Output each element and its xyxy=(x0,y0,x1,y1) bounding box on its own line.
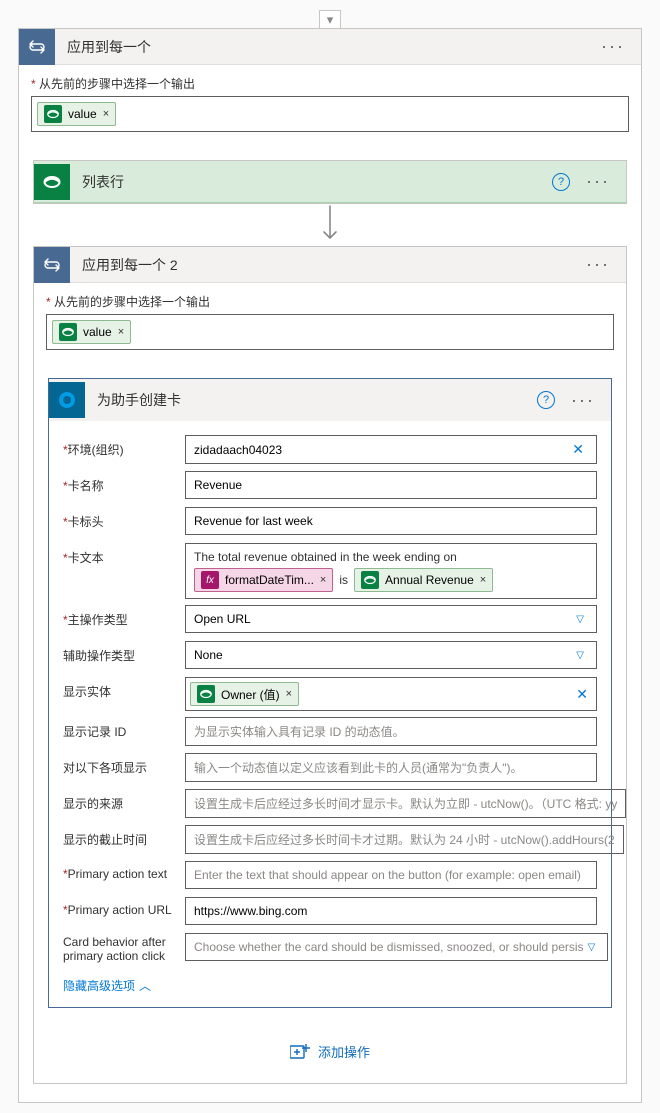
card-text-label: *卡文本 xyxy=(63,543,185,566)
chevron-up-icon: ︿ xyxy=(139,977,151,994)
remove-token-icon[interactable]: × xyxy=(103,108,109,120)
output-caption-2: * 从先前的步骤中选择一个输出 xyxy=(46,293,614,310)
chevron-down-icon[interactable]: ▽ xyxy=(584,942,600,953)
apply-to-each-title: 应用到每一个 xyxy=(67,37,597,57)
value-token-pill-2[interactable]: value × xyxy=(52,320,131,344)
primary-action-text-label: *Primary action text xyxy=(63,861,185,881)
dataverse-icon xyxy=(197,685,215,703)
show-from-input[interactable]: 设置生成卡后应经过多长时间才显示卡。默认为立即 - utcNow()。（UTC … xyxy=(185,789,626,818)
env-input[interactable]: zidadaach04023✕ xyxy=(185,435,597,464)
clear-icon[interactable]: ✕ xyxy=(568,441,588,458)
display-for-label: 对以下各项显示 xyxy=(63,753,185,776)
remove-token-icon[interactable]: × xyxy=(118,326,124,338)
primary-type-label: *主操作类型 xyxy=(63,605,185,628)
dataverse-icon xyxy=(34,164,70,200)
card-text-input[interactable]: The total revenue obtained in the week e… xyxy=(185,543,597,599)
card-name-input[interactable]: Revenue xyxy=(185,471,597,499)
apply-to-each-card: 应用到每一个 ··· * 从先前的步骤中选择一个输出 value × 列表行 xyxy=(18,28,642,1103)
card-behavior-label: Card behavior after primary action click xyxy=(63,933,185,963)
show-until-input[interactable]: 设置生成卡后应经过多长时间卡才过期。默认为 24 小时 - utcNow().a… xyxy=(185,825,624,854)
output-caption: * 从先前的步骤中选择一个输出 xyxy=(31,75,629,92)
list-rows-card: 列表行 ? ··· xyxy=(33,160,627,204)
list-rows-header[interactable]: 列表行 ? ··· xyxy=(34,161,626,203)
value-token-pill[interactable]: value × xyxy=(37,102,116,126)
secondary-type-label: 辅助操作类型 xyxy=(63,641,185,664)
display-entity-label: 显示实体 xyxy=(63,677,185,700)
create-card-header[interactable]: 为助手创建卡 ? ··· xyxy=(49,379,611,421)
show-until-label: 显示的截止时间 xyxy=(63,825,185,848)
card-header-label: *卡标头 xyxy=(63,507,185,530)
previous-output-input-2[interactable]: value × xyxy=(46,314,614,350)
add-action-icon xyxy=(290,1044,310,1060)
sales-insights-icon xyxy=(49,382,85,418)
apply-to-each-2-card: 应用到每一个 2 ··· * 从先前的步骤中选择一个输出 value × xyxy=(33,246,627,1084)
card-menu-button[interactable]: ··· xyxy=(582,171,614,192)
card-menu-button[interactable]: ··· xyxy=(582,254,614,275)
required-star: * xyxy=(31,77,36,91)
required-star: * xyxy=(46,295,51,309)
dataverse-icon xyxy=(44,105,62,123)
card-header-input[interactable]: Revenue for last week xyxy=(185,507,597,535)
apply-to-each-2-header[interactable]: 应用到每一个 2 ··· xyxy=(34,247,626,283)
loop-icon xyxy=(19,29,55,65)
record-id-label: 显示记录 ID xyxy=(63,717,185,740)
dataverse-icon xyxy=(361,571,379,589)
help-icon[interactable]: ? xyxy=(537,391,555,409)
formula-token-pill[interactable]: fx formatDateTim... × xyxy=(194,568,333,592)
show-from-label: 显示的来源 xyxy=(63,789,185,812)
clear-icon[interactable]: ✕ xyxy=(572,686,592,703)
remove-token-icon[interactable]: × xyxy=(286,688,292,700)
display-for-input[interactable]: 输入一个动态值以定义应该看到此卡的人员(通常为"负责人")。 xyxy=(185,753,597,782)
pill-label: value xyxy=(83,325,112,339)
help-icon[interactable]: ? xyxy=(552,173,570,191)
remove-token-icon[interactable]: × xyxy=(480,574,486,586)
env-label: *环境(组织) xyxy=(63,435,185,458)
primary-type-select[interactable]: Open URL▽ xyxy=(185,605,597,633)
card-name-label: *卡名称 xyxy=(63,471,185,494)
card-menu-button[interactable]: ··· xyxy=(597,36,629,57)
card-menu-button[interactable]: ··· xyxy=(567,390,599,411)
secondary-type-select[interactable]: None▽ xyxy=(185,641,597,669)
joiner-text: is xyxy=(339,573,348,587)
primary-action-url-label: *Primary action URL xyxy=(63,897,185,917)
create-card-title: 为助手创建卡 xyxy=(97,390,537,410)
revenue-token-pill[interactable]: Annual Revenue × xyxy=(354,568,493,592)
apply-to-each-header[interactable]: 应用到每一个 ··· xyxy=(19,29,641,65)
loop-icon xyxy=(34,247,70,283)
card-behavior-select[interactable]: Choose whether the card should be dismis… xyxy=(185,933,608,961)
dataverse-icon xyxy=(59,323,77,341)
fx-icon: fx xyxy=(201,571,219,589)
chevron-down-icon[interactable]: ▽ xyxy=(572,614,588,625)
card-text-line1: The total revenue obtained in the week e… xyxy=(194,550,457,564)
hide-advanced-link[interactable]: 隐藏高级选项 ︿ xyxy=(63,977,151,994)
display-entity-input[interactable]: Owner (值) × ✕ xyxy=(185,677,597,711)
create-assistant-card: 为助手创建卡 ? ··· *环境(组织) zidadaach04023✕ *卡名… xyxy=(48,378,612,1008)
previous-output-input[interactable]: value × xyxy=(31,96,629,132)
add-action-button[interactable]: 添加操作 xyxy=(290,1042,370,1061)
insert-step-top-button[interactable]: ▾ xyxy=(319,10,341,28)
list-rows-title: 列表行 xyxy=(82,172,552,192)
owner-token-pill[interactable]: Owner (值) × xyxy=(190,682,299,706)
record-id-input[interactable]: 为显示实体输入具有记录 ID 的动态值。 xyxy=(185,717,597,746)
pill-label: value xyxy=(68,107,97,121)
remove-token-icon[interactable]: × xyxy=(320,574,326,586)
chevron-down-icon[interactable]: ▽ xyxy=(572,650,588,661)
apply-to-each-2-title: 应用到每一个 2 xyxy=(82,255,582,275)
primary-action-url-input[interactable]: https://www.bing.com xyxy=(185,897,597,925)
primary-action-text-input[interactable]: Enter the text that should appear on the… xyxy=(185,861,597,889)
flow-arrow-icon xyxy=(320,204,340,244)
